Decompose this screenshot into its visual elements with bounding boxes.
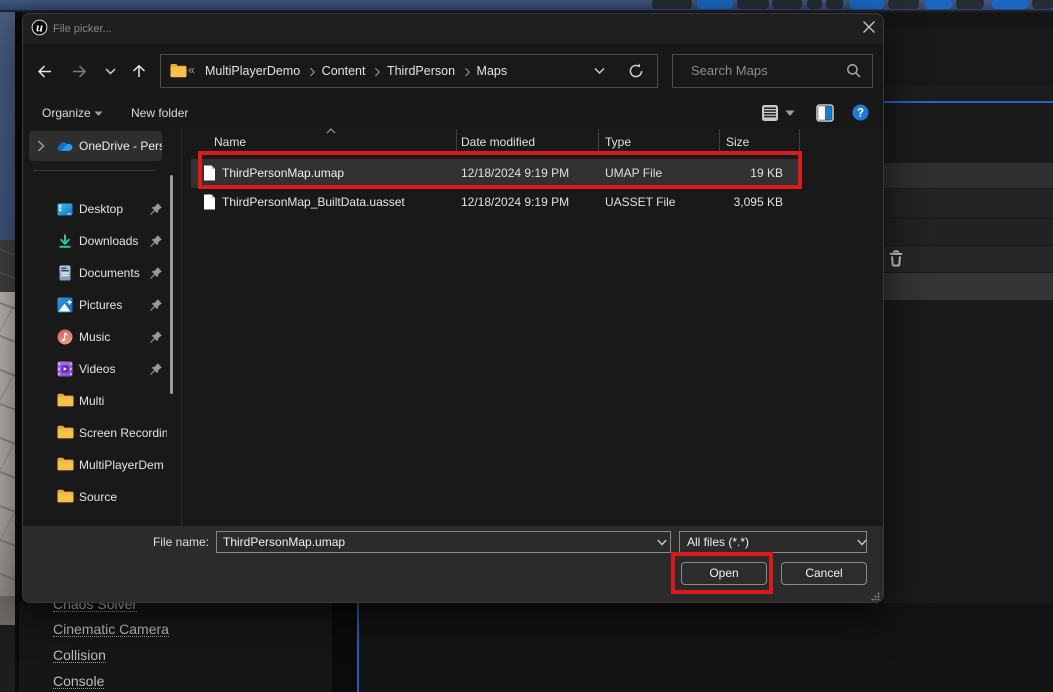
svg-text:u: u — [36, 21, 43, 35]
svg-text:?: ? — [857, 108, 864, 120]
